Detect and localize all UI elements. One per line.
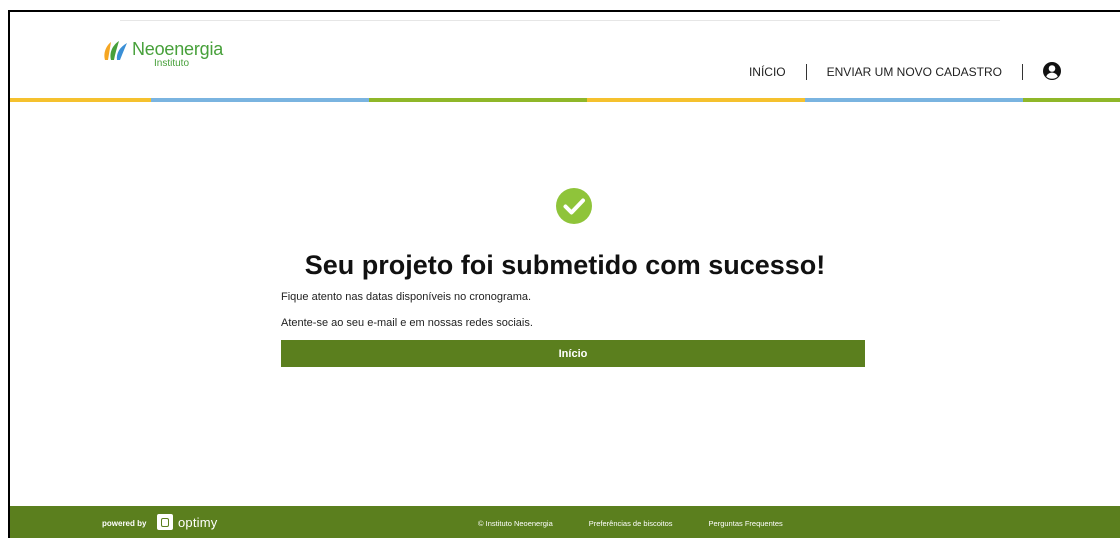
footer-link-copyright[interactable]: © Instituto Neoenergia [478,519,553,528]
main-nav: INÍCIO ENVIAR UM NOVO CADASTRO [749,61,1061,80]
info-message-email: Atente-se ao seu e-mail e em nossas rede… [281,317,533,329]
logo-subtitle: Instituto [154,58,190,69]
nav-enviar-cadastro[interactable]: ENVIAR UM NOVO CADASTRO [827,65,1002,79]
nav-inicio[interactable]: INÍCIO [749,65,786,79]
footer-links: © Instituto Neoenergia Preferências de b… [478,519,819,528]
user-circle-icon[interactable] [1042,61,1062,81]
page-frame: Neoenergia Instituto INÍCIO ENVIAR UM NO… [8,10,1120,538]
optimy-logo[interactable]: optimy [157,514,218,530]
optimy-brand: optimy [178,514,218,530]
check-circle-icon [556,188,592,224]
neoenergia-logo[interactable]: Neoenergia Instituto [102,40,223,69]
main-content: Seu projeto foi submetido com sucesso! F… [10,102,1120,506]
nav-divider [805,64,807,80]
powered-by-label: powered by [102,519,147,528]
logo-name: Neoenergia [132,39,224,59]
site-footer: powered by optimy © Instituto Neoenergia… [10,506,1120,538]
site-header: Neoenergia Instituto INÍCIO ENVIAR UM NO… [10,12,1120,100]
footer-link-faq[interactable]: Perguntas Frequentes [709,519,783,528]
success-title: Seu projeto foi submetido com sucesso! [304,250,826,280]
footer-link-cookies[interactable]: Preferências de biscoitos [589,519,673,528]
nav-divider [1022,64,1023,80]
inicio-button[interactable]: Início [281,340,865,367]
optimy-logo-icon [157,514,173,530]
leaf-logo-icon [104,41,127,60]
info-message-schedule: Fique atento nas datas disponíveis no cr… [281,291,532,303]
